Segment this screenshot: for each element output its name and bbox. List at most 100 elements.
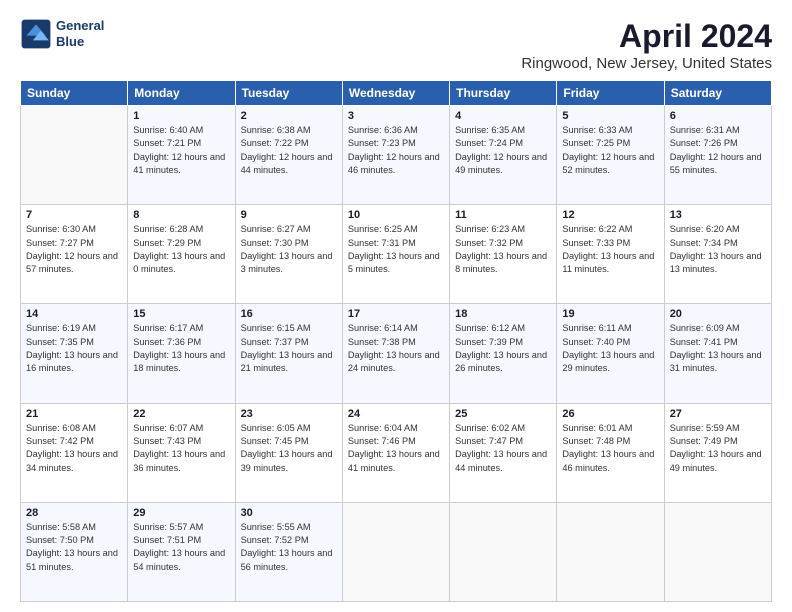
day-info: Sunrise: 6:30 AMSunset: 7:27 PMDaylight:…: [26, 223, 122, 276]
day-cell: 29Sunrise: 5:57 AMSunset: 7:51 PMDayligh…: [128, 502, 235, 601]
header: General Blue April 2024 Ringwood, New Je…: [20, 18, 772, 72]
day-cell: [450, 502, 557, 601]
column-header-tuesday: Tuesday: [235, 81, 342, 106]
day-number: 30: [241, 507, 337, 519]
day-info: Sunrise: 6:40 AMSunset: 7:21 PMDaylight:…: [133, 124, 229, 177]
logo-text: General Blue: [56, 18, 104, 49]
column-header-monday: Monday: [128, 81, 235, 106]
day-info: Sunrise: 6:12 AMSunset: 7:39 PMDaylight:…: [455, 322, 551, 375]
day-number: 25: [455, 408, 551, 420]
day-number: 4: [455, 110, 551, 122]
day-info: Sunrise: 6:36 AMSunset: 7:23 PMDaylight:…: [348, 124, 444, 177]
week-row-2: 7 Sunrise: 6:30 AMSunset: 7:27 PMDaylight…: [21, 205, 772, 304]
logo-icon: [20, 18, 52, 50]
day-number: 24: [348, 408, 444, 420]
day-number: 20: [670, 308, 766, 320]
day-cell: 22 Sunrise: 6:07 AMSunset: 7:43 PMDayligh…: [128, 403, 235, 502]
day-cell: 6Sunrise: 6:31 AMSunset: 7:26 PMDaylight…: [664, 106, 771, 205]
day-number: 1: [133, 110, 229, 122]
day-info: Sunrise: 6:07 AMSunset: 7:43 PMDaylight:…: [133, 422, 229, 475]
day-cell: 25 Sunrise: 6:02 AMSunset: 7:47 PMDayligh…: [450, 403, 557, 502]
day-info: Sunrise: 6:17 AMSunset: 7:36 PMDaylight:…: [133, 322, 229, 375]
day-info: Sunrise: 6:35 AMSunset: 7:24 PMDaylight:…: [455, 124, 551, 177]
column-header-friday: Friday: [557, 81, 664, 106]
day-info: Sunrise: 6:11 AMSunset: 7:40 PMDaylight:…: [562, 322, 658, 375]
day-cell: 11 Sunrise: 6:23 AMSunset: 7:32 PMDayligh…: [450, 205, 557, 304]
day-cell: 10Sunrise: 6:25 AMSunset: 7:31 PMDayligh…: [342, 205, 449, 304]
day-cell: 18 Sunrise: 6:12 AMSunset: 7:39 PMDayligh…: [450, 304, 557, 403]
week-row-4: 21 Sunrise: 6:08 AMSunset: 7:42 PMDayligh…: [21, 403, 772, 502]
day-info: Sunrise: 6:31 AMSunset: 7:26 PMDaylight:…: [670, 124, 766, 177]
week-row-3: 14 Sunrise: 6:19 AMSunset: 7:35 PMDayligh…: [21, 304, 772, 403]
day-cell: 28 Sunrise: 5:58 AMSunset: 7:50 PMDayligh…: [21, 502, 128, 601]
week-row-5: 28 Sunrise: 5:58 AMSunset: 7:50 PMDayligh…: [21, 502, 772, 601]
day-number: 23: [241, 408, 337, 420]
day-number: 13: [670, 209, 766, 221]
day-cell: 12 Sunrise: 6:22 AMSunset: 7:33 PMDayligh…: [557, 205, 664, 304]
day-cell: 23 Sunrise: 6:05 AMSunset: 7:45 PMDayligh…: [235, 403, 342, 502]
day-info: Sunrise: 6:22 AMSunset: 7:33 PMDaylight:…: [562, 223, 658, 276]
day-info: Sunrise: 6:19 AMSunset: 7:35 PMDaylight:…: [26, 322, 122, 375]
day-cell: 15 Sunrise: 6:17 AMSunset: 7:36 PMDayligh…: [128, 304, 235, 403]
week-row-1: 1 Sunrise: 6:40 AMSunset: 7:21 PMDaylight…: [21, 106, 772, 205]
day-number: 14: [26, 308, 122, 320]
day-number: 19: [562, 308, 658, 320]
calendar-body: 1 Sunrise: 6:40 AMSunset: 7:21 PMDaylight…: [21, 106, 772, 602]
day-info: Sunrise: 6:15 AMSunset: 7:37 PMDaylight:…: [241, 322, 337, 375]
day-number: 11: [455, 209, 551, 221]
day-info: Sunrise: 6:01 AMSunset: 7:48 PMDaylight:…: [562, 422, 658, 475]
day-cell: 14 Sunrise: 6:19 AMSunset: 7:35 PMDayligh…: [21, 304, 128, 403]
day-info: Sunrise: 6:04 AMSunset: 7:46 PMDaylight:…: [348, 422, 444, 475]
day-cell: 26Sunrise: 6:01 AMSunset: 7:48 PMDayligh…: [557, 403, 664, 502]
column-header-sunday: Sunday: [21, 81, 128, 106]
column-header-wednesday: Wednesday: [342, 81, 449, 106]
day-number: 22: [133, 408, 229, 420]
day-cell: 19 Sunrise: 6:11 AMSunset: 7:40 PMDayligh…: [557, 304, 664, 403]
day-number: 7: [26, 209, 122, 221]
day-number: 8: [133, 209, 229, 221]
day-info: Sunrise: 6:08 AMSunset: 7:42 PMDaylight:…: [26, 422, 122, 475]
day-number: 2: [241, 110, 337, 122]
day-cell: 9Sunrise: 6:27 AMSunset: 7:30 PMDaylight…: [235, 205, 342, 304]
day-info: Sunrise: 6:28 AMSunset: 7:29 PMDaylight:…: [133, 223, 229, 276]
day-number: 15: [133, 308, 229, 320]
day-number: 16: [241, 308, 337, 320]
day-info: Sunrise: 5:58 AMSunset: 7:50 PMDaylight:…: [26, 521, 122, 574]
day-number: 21: [26, 408, 122, 420]
logo: General Blue: [20, 18, 104, 50]
column-header-saturday: Saturday: [664, 81, 771, 106]
page: General Blue April 2024 Ringwood, New Je…: [0, 0, 792, 612]
subtitle: Ringwood, New Jersey, United States: [521, 55, 772, 72]
day-cell: 17 Sunrise: 6:14 AMSunset: 7:38 PMDayligh…: [342, 304, 449, 403]
day-number: 27: [670, 408, 766, 420]
day-cell: [21, 106, 128, 205]
day-number: 18: [455, 308, 551, 320]
day-cell: 3Sunrise: 6:36 AMSunset: 7:23 PMDaylight…: [342, 106, 449, 205]
day-info: Sunrise: 6:33 AMSunset: 7:25 PMDaylight:…: [562, 124, 658, 177]
main-title: April 2024: [521, 18, 772, 55]
day-cell: 5Sunrise: 6:33 AMSunset: 7:25 PMDaylight…: [557, 106, 664, 205]
day-cell: 27Sunrise: 5:59 AMSunset: 7:49 PMDayligh…: [664, 403, 771, 502]
calendar: SundayMondayTuesdayWednesdayThursdayFrid…: [20, 80, 772, 602]
day-number: 28: [26, 507, 122, 519]
day-cell: 20 Sunrise: 6:09 AMSunset: 7:41 PMDayligh…: [664, 304, 771, 403]
day-info: Sunrise: 6:14 AMSunset: 7:38 PMDaylight:…: [348, 322, 444, 375]
day-info: Sunrise: 5:55 AMSunset: 7:52 PMDaylight:…: [241, 521, 337, 574]
day-cell: 30 Sunrise: 5:55 AMSunset: 7:52 PMDayligh…: [235, 502, 342, 601]
header-row: SundayMondayTuesdayWednesdayThursdayFrid…: [21, 81, 772, 106]
day-info: Sunrise: 6:05 AMSunset: 7:45 PMDaylight:…: [241, 422, 337, 475]
day-number: 17: [348, 308, 444, 320]
day-number: 12: [562, 209, 658, 221]
day-cell: 13 Sunrise: 6:20 AMSunset: 7:34 PMDayligh…: [664, 205, 771, 304]
column-header-thursday: Thursday: [450, 81, 557, 106]
calendar-header: SundayMondayTuesdayWednesdayThursdayFrid…: [21, 81, 772, 106]
day-info: Sunrise: 6:09 AMSunset: 7:41 PMDaylight:…: [670, 322, 766, 375]
day-cell: 16 Sunrise: 6:15 AMSunset: 7:37 PMDayligh…: [235, 304, 342, 403]
day-cell: 2Sunrise: 6:38 AMSunset: 7:22 PMDaylight…: [235, 106, 342, 205]
day-cell: 24 Sunrise: 6:04 AMSunset: 7:46 PMDayligh…: [342, 403, 449, 502]
day-info: Sunrise: 6:20 AMSunset: 7:34 PMDaylight:…: [670, 223, 766, 276]
day-cell: 8 Sunrise: 6:28 AMSunset: 7:29 PMDaylight…: [128, 205, 235, 304]
day-info: Sunrise: 6:23 AMSunset: 7:32 PMDaylight:…: [455, 223, 551, 276]
day-info: Sunrise: 6:02 AMSunset: 7:47 PMDaylight:…: [455, 422, 551, 475]
day-info: Sunrise: 5:57 AMSunset: 7:51 PMDaylight:…: [133, 521, 229, 574]
